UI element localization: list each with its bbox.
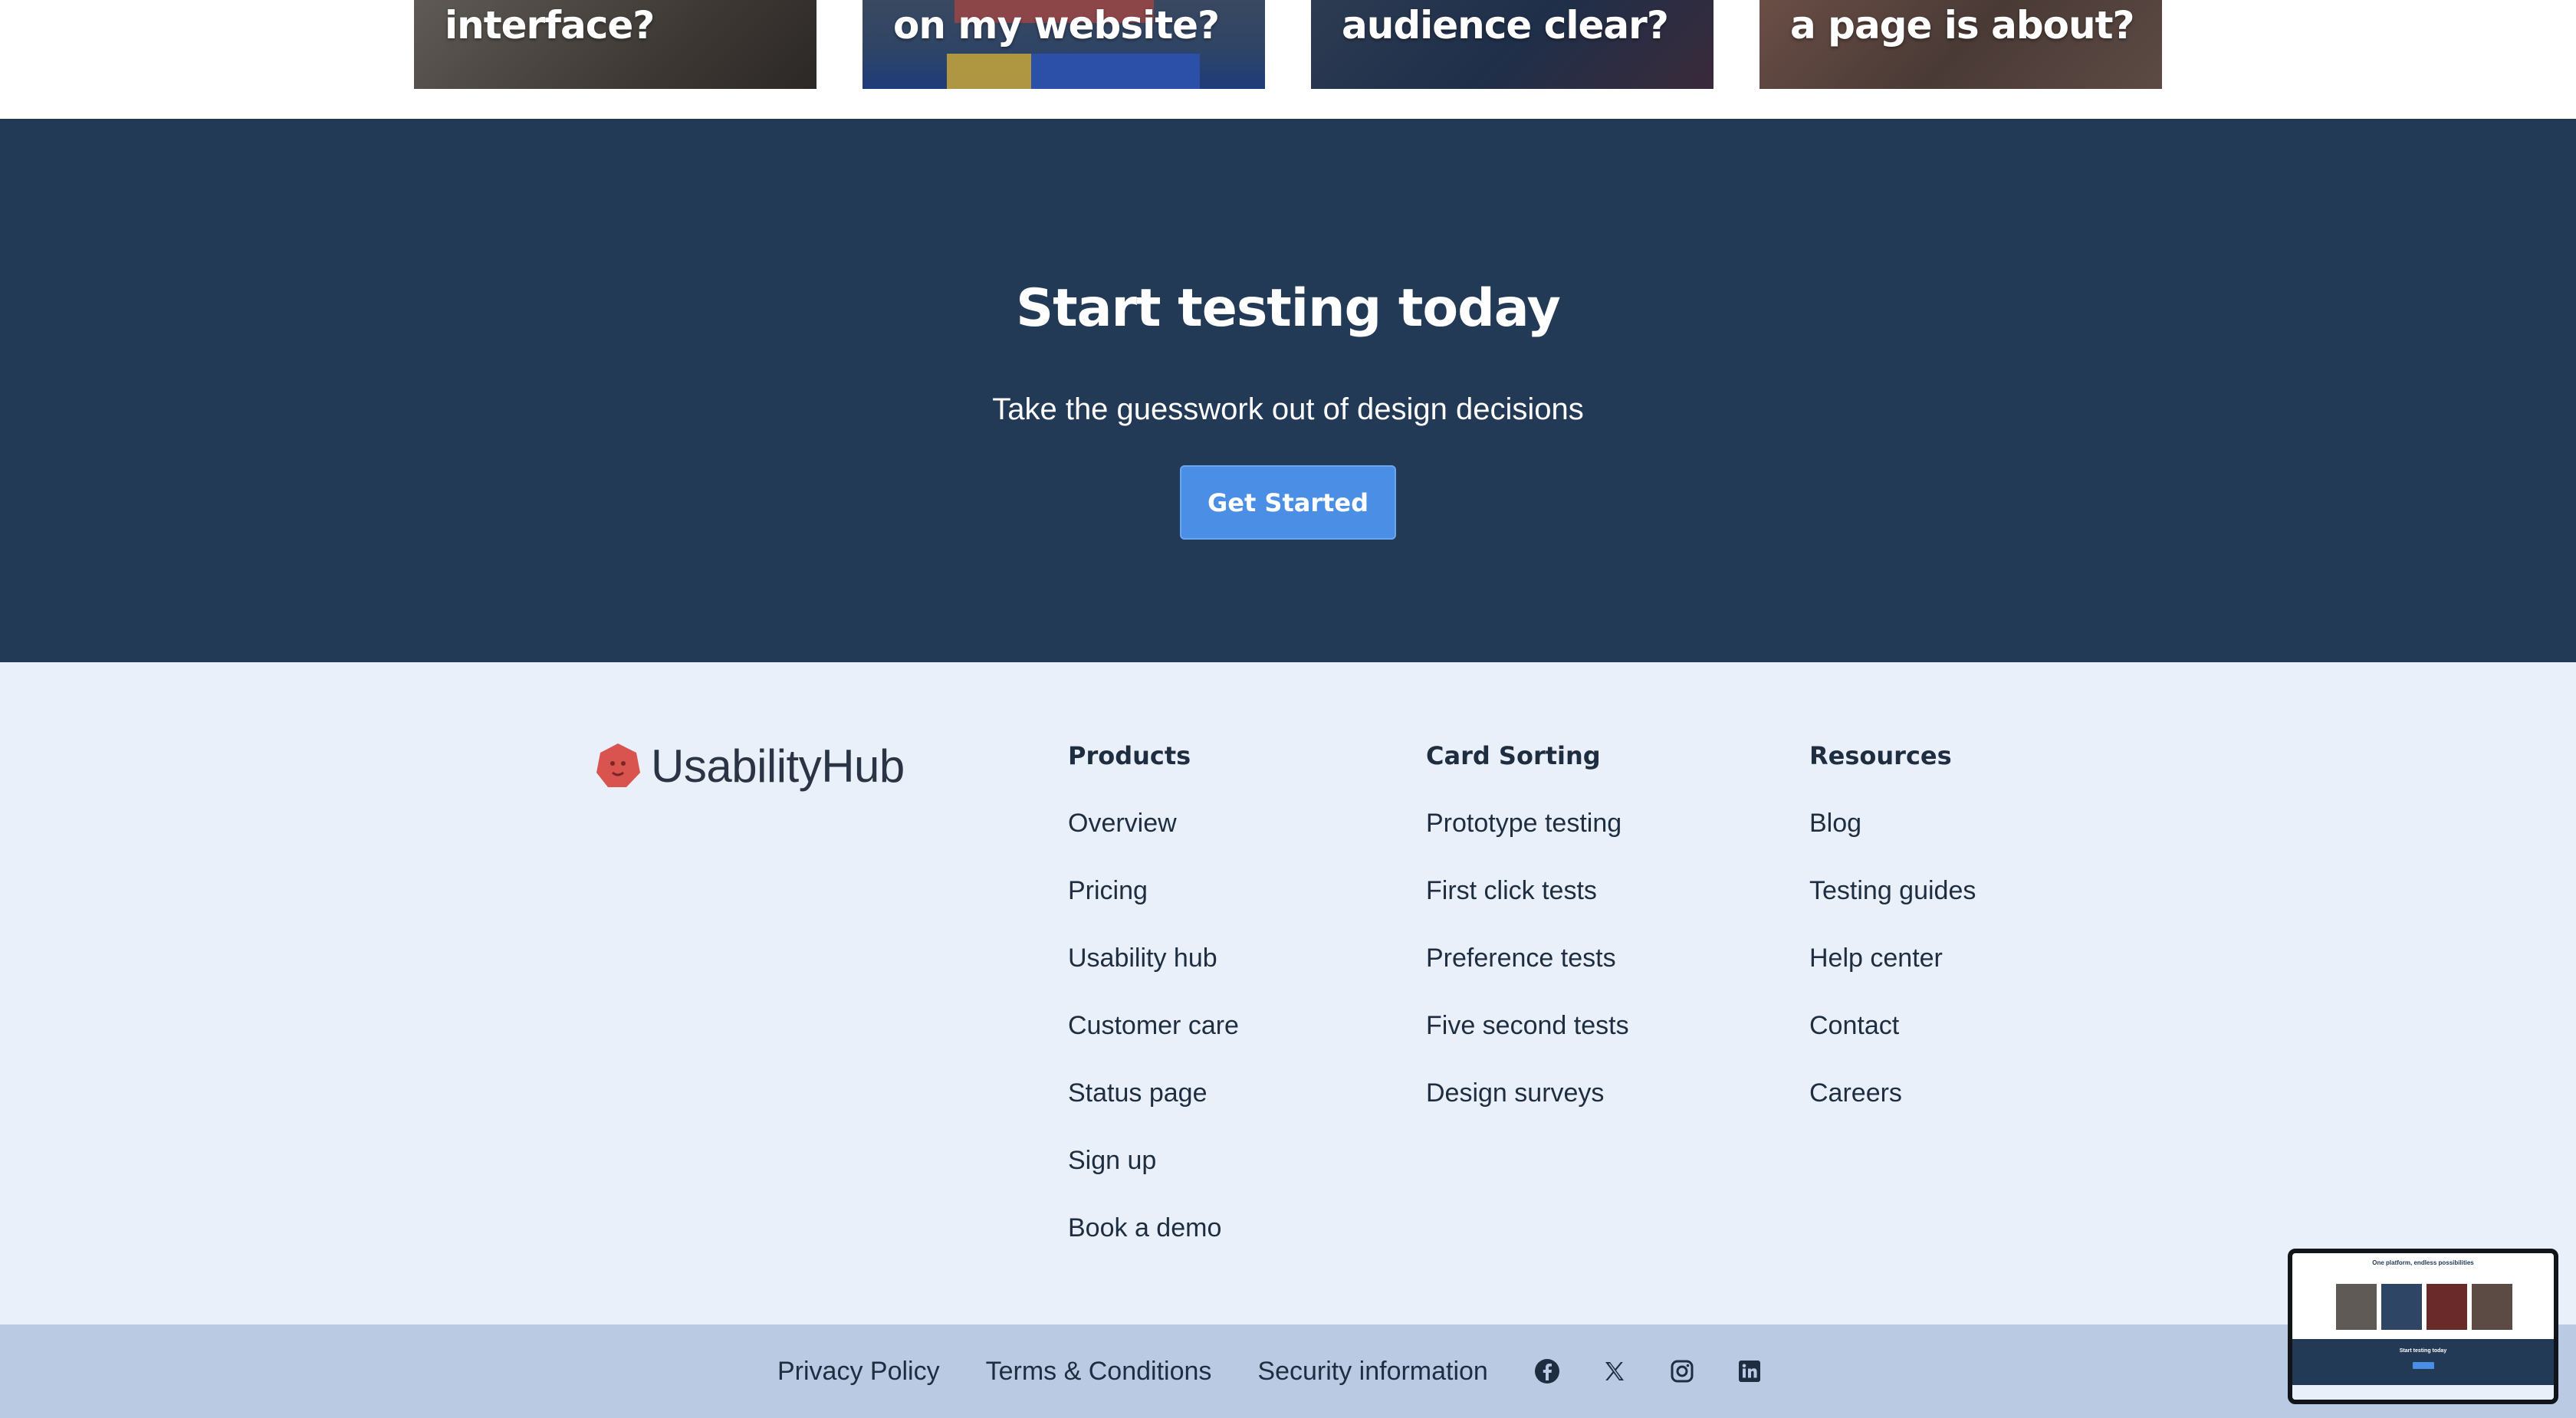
preview-cta-title: Start testing today (2399, 1348, 2447, 1354)
facebook-icon[interactable] (1534, 1358, 1560, 1384)
footer-column-heading: Card Sorting (1426, 741, 1601, 770)
article-card-title: a page is about? (1790, 3, 2134, 48)
article-card-title: audience clear? (1342, 3, 1669, 48)
footer-link[interactable]: Overview (1068, 809, 1239, 839)
preview-button (2413, 1362, 2434, 1369)
social-links (1534, 1358, 1804, 1384)
footer-link[interactable]: Testing guides (1809, 876, 1976, 907)
footer-link[interactable]: Book a demo (1068, 1213, 1239, 1244)
preview-title: One platform, endless possibilities (2372, 1259, 2474, 1266)
footer-link[interactable]: Customer care (1068, 1011, 1239, 1042)
article-card[interactable]: audience clear? (1311, 0, 1714, 89)
footer-link[interactable]: Careers (1809, 1078, 1976, 1109)
preview-footer (2292, 1385, 2554, 1400)
cta-subtitle: Take the guesswork out of design decisio… (992, 392, 1584, 426)
footer-link[interactable]: Five second tests (1426, 1011, 1629, 1042)
preview-card (2336, 1284, 2377, 1330)
footer-link[interactable]: Preference tests (1426, 944, 1629, 974)
preview-card (2426, 1284, 2467, 1330)
card-image-detail (1031, 54, 1200, 89)
footer-link[interactable]: Blog (1809, 809, 1976, 839)
footer-link[interactable]: Usability hub (1068, 944, 1239, 974)
article-cards-strip: interface? on my website? audience clear… (0, 0, 2576, 119)
footer-link[interactable]: Sign up (1068, 1146, 1239, 1177)
footer-link[interactable]: Prototype testing (1426, 809, 1629, 839)
footer-bottom-bar: Privacy Policy Terms & Conditions Securi… (0, 1324, 2576, 1418)
footer-column-resources: Resources Blog Testing guides Help cente… (1809, 741, 1976, 1109)
footer-column-heading: Resources (1809, 741, 1952, 770)
instagram-icon[interactable] (1669, 1358, 1695, 1384)
logo-mark-icon (596, 743, 640, 787)
cta-title: Start testing today (1016, 278, 1561, 339)
legal-links: Privacy Policy Terms & Conditions Securi… (777, 1324, 1804, 1418)
get-started-button[interactable]: Get Started (1180, 465, 1396, 540)
cta-section: Start testing today Take the guesswork o… (0, 119, 2576, 662)
preview-card (2472, 1284, 2512, 1330)
footer-link[interactable]: Help center (1809, 944, 1976, 974)
page-preview-thumbnail[interactable]: One platform, endless possibilities Star… (2288, 1249, 2558, 1404)
article-card-title: interface? (445, 3, 655, 48)
footer-link[interactable]: Contact (1809, 1011, 1976, 1042)
card-image-detail (947, 54, 1031, 89)
logo-text: UsabilityHub (651, 740, 905, 792)
article-card-title: on my website? (893, 3, 1220, 48)
footer: UsabilityHub Products Overview Pricing U… (0, 662, 2576, 1324)
article-card[interactable]: on my website? (863, 0, 1265, 89)
security-information-link[interactable]: Security information (1257, 1357, 1487, 1387)
footer-column-heading: Products (1068, 741, 1191, 770)
terms-link[interactable]: Terms & Conditions (986, 1357, 1212, 1387)
article-card[interactable]: interface? (414, 0, 816, 89)
footer-link[interactable]: Pricing (1068, 876, 1239, 907)
footer-link[interactable]: First click tests (1426, 876, 1629, 907)
footer-link[interactable]: Status page (1068, 1078, 1239, 1109)
privacy-policy-link[interactable]: Privacy Policy (777, 1357, 940, 1387)
footer-link[interactable]: Design surveys (1426, 1078, 1629, 1109)
article-card[interactable]: a page is about? (1760, 0, 2162, 89)
logo[interactable]: UsabilityHub (594, 739, 905, 793)
x-icon[interactable] (1602, 1358, 1628, 1384)
footer-column-card-sorting: Card Sorting Prototype testing First cli… (1426, 741, 1629, 1109)
preview-cta: Start testing today (2292, 1339, 2554, 1385)
preview-card (2381, 1284, 2422, 1330)
linkedin-icon[interactable] (1737, 1358, 1763, 1384)
footer-column-products: Products Overview Pricing Usability hub … (1068, 741, 1239, 1244)
